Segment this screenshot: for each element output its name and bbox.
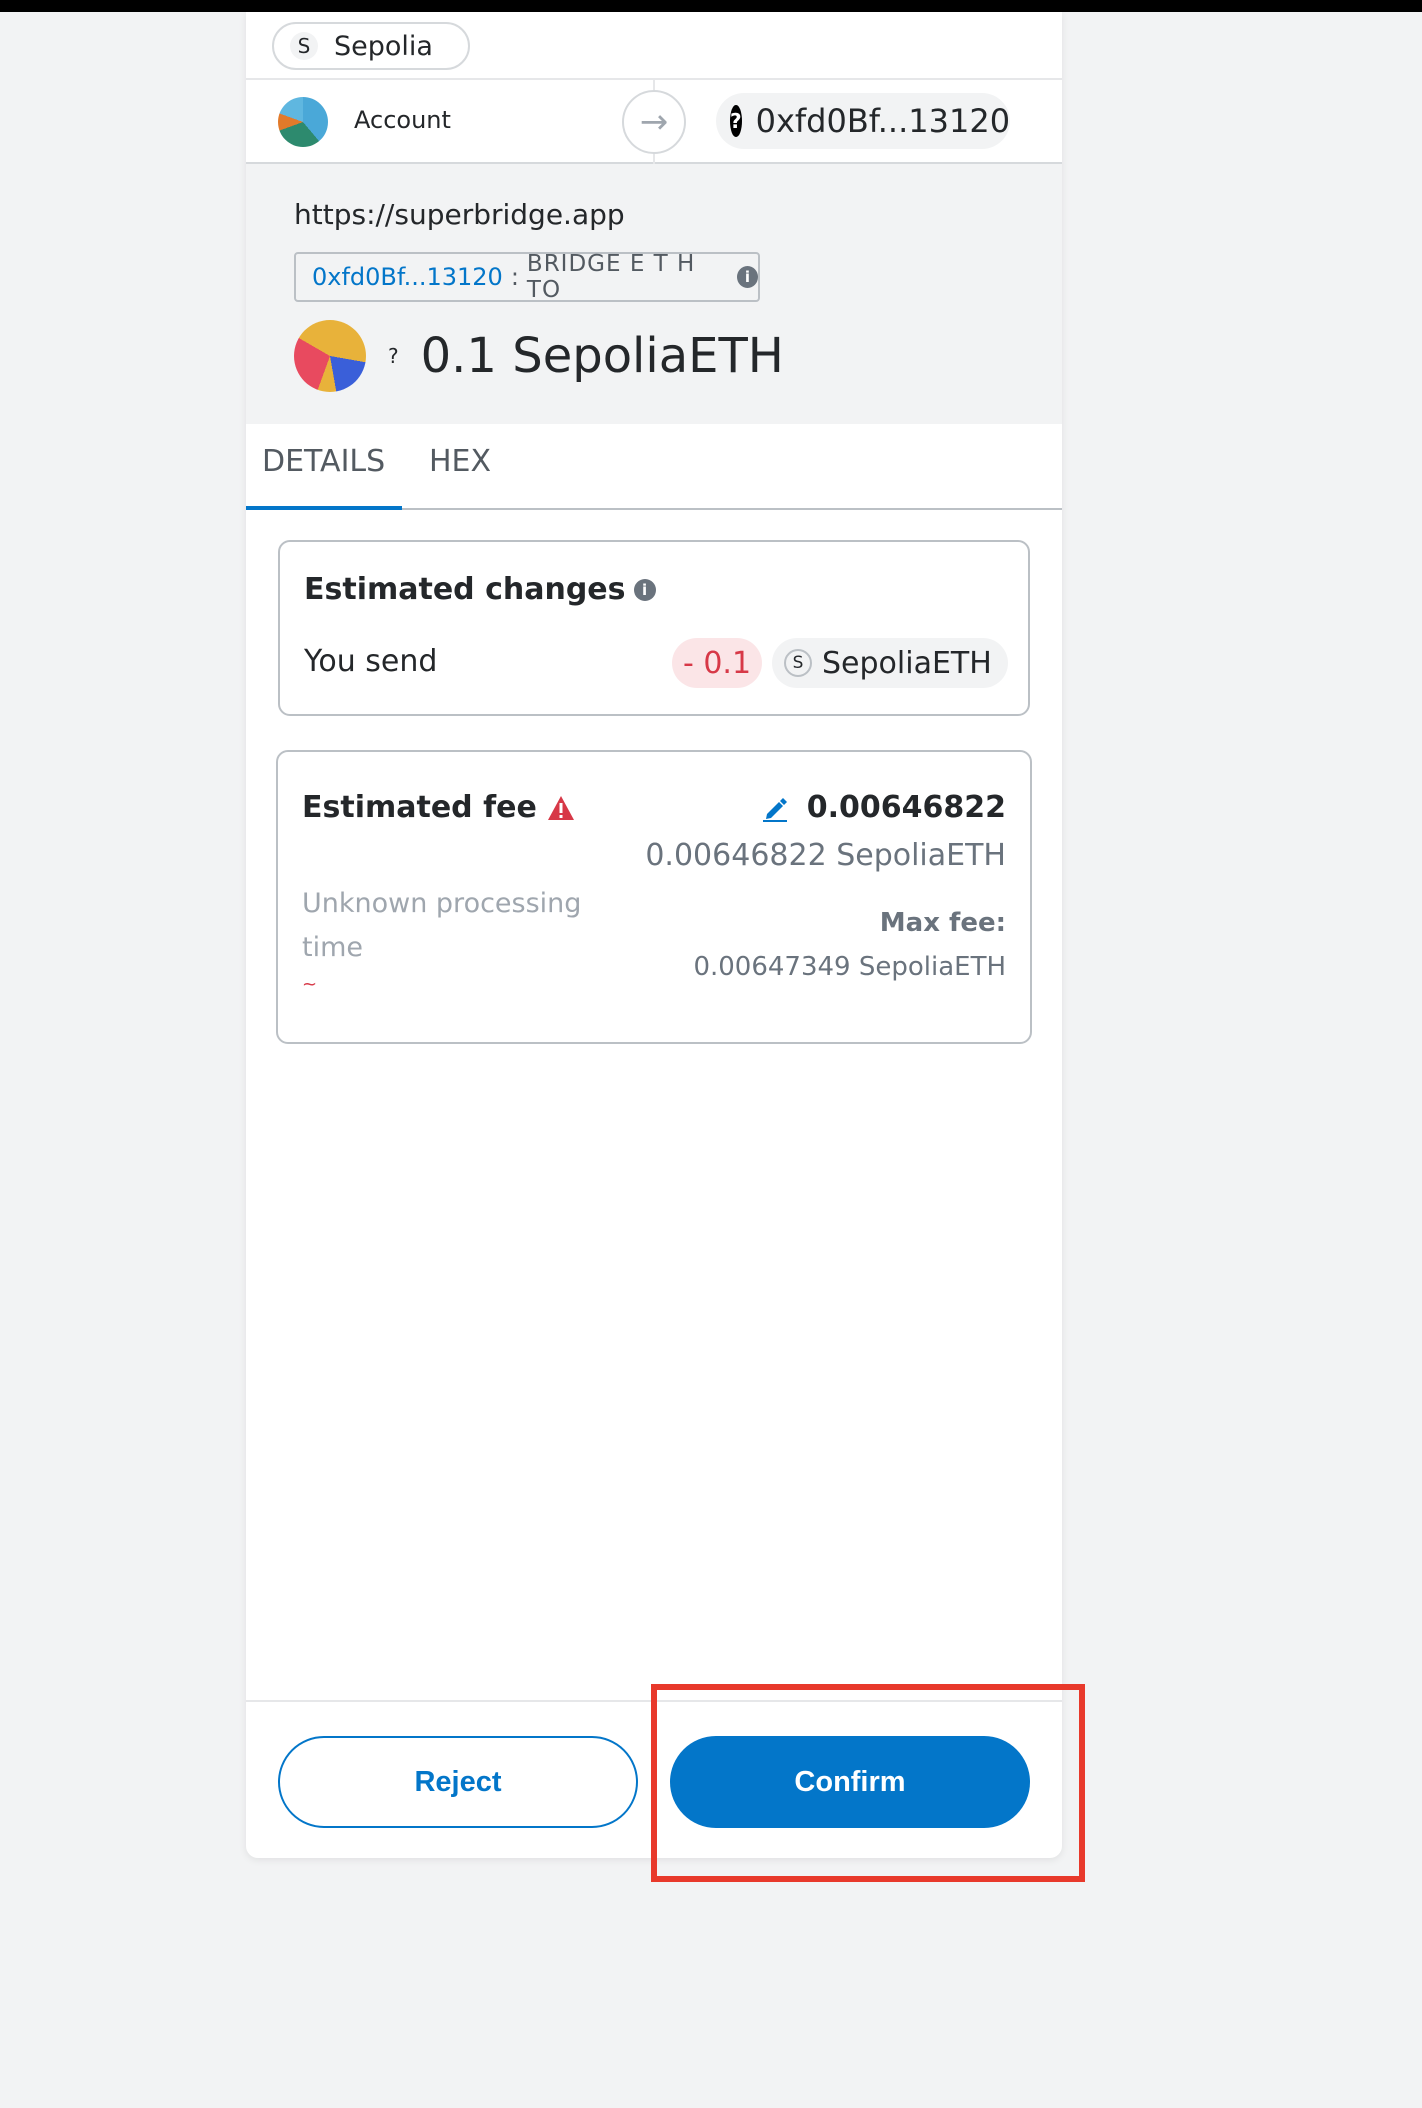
- send-amount-badge: - 0.1: [672, 638, 762, 688]
- estimated-fee-card: Estimated fee 0.00646822 0.00646822 Sepo…: [276, 750, 1032, 1044]
- estimated-changes-card: Estimated changes i You send - 0.1 S Sep…: [278, 540, 1030, 716]
- warning-icon[interactable]: [547, 795, 575, 821]
- edit-icon[interactable]: [761, 794, 789, 822]
- reject-button[interactable]: Reject: [278, 1736, 638, 1828]
- unknown-contract-icon: ?: [730, 105, 742, 137]
- method-address-link[interactable]: 0xfd0Bf...13120: [312, 263, 503, 291]
- recipient-address[interactable]: ? 0xfd0Bf...13120: [716, 93, 1010, 149]
- network-badge: S: [290, 32, 318, 60]
- account-row: Account → ? 0xfd0Bf...13120: [246, 80, 1062, 164]
- fee-value: 0.00646822: [761, 790, 1006, 825]
- estimated-changes-label: Estimated changes: [304, 572, 626, 607]
- you-send-label: You send: [304, 644, 438, 679]
- estimated-fee-title: Estimated fee: [302, 790, 575, 825]
- confirmation-popup: S Sepolia Account → ? 0xfd0Bf...13120 ht…: [246, 12, 1062, 1858]
- estimated-changes-title: Estimated changes i: [304, 572, 656, 607]
- token-name: SepoliaETH: [822, 645, 992, 681]
- arrow-right-icon: →: [622, 90, 686, 154]
- tab-details[interactable]: DETAILS: [262, 444, 385, 479]
- network-name: Sepolia: [334, 30, 433, 62]
- tab-hex[interactable]: HEX: [429, 444, 491, 479]
- value-row: ? 0.1 SepoliaETH: [294, 320, 784, 392]
- processing-tilde: ~: [302, 974, 318, 995]
- network-row: S Sepolia: [246, 12, 1062, 80]
- processing-time: Unknown processing time: [302, 888, 582, 963]
- account-label: Account: [354, 106, 451, 134]
- method-separator: :: [510, 263, 519, 291]
- top-bar: [0, 0, 1422, 12]
- origin-section: https://superbridge.app 0xfd0Bf...13120 …: [246, 164, 1062, 424]
- fee-secondary: 0.00646822 SepoliaETH: [645, 838, 1006, 873]
- recipient-address-text: 0xfd0Bf...13120: [755, 102, 1011, 140]
- token-avatar: [294, 320, 366, 392]
- origin-url: https://superbridge.app: [294, 198, 625, 231]
- active-tab-indicator: [246, 506, 402, 510]
- info-icon[interactable]: i: [736, 266, 758, 288]
- confirm-highlight-box: [651, 1684, 1085, 1882]
- value-amount: 0.1 SepoliaETH: [420, 328, 784, 384]
- value-prefix: ?: [388, 344, 399, 368]
- fee-value-text: 0.00646822: [806, 790, 1006, 825]
- token-badge: S: [784, 649, 812, 677]
- network-selector[interactable]: S Sepolia: [272, 22, 470, 70]
- token-pill[interactable]: S SepoliaETH: [772, 638, 1008, 688]
- account-avatar: [278, 97, 328, 147]
- estimated-fee-label: Estimated fee: [302, 790, 537, 825]
- tabs: DETAILS HEX: [246, 424, 1062, 510]
- method-label: 0xfd0Bf...13120 : BRIDGE E T H TO i: [294, 251, 760, 303]
- max-fee-label: Max fee:: [879, 908, 1006, 938]
- max-fee-value: 0.00647349 SepoliaETH: [693, 952, 1006, 982]
- method-name: BRIDGE E T H TO: [526, 251, 696, 303]
- info-icon[interactable]: i: [633, 578, 656, 601]
